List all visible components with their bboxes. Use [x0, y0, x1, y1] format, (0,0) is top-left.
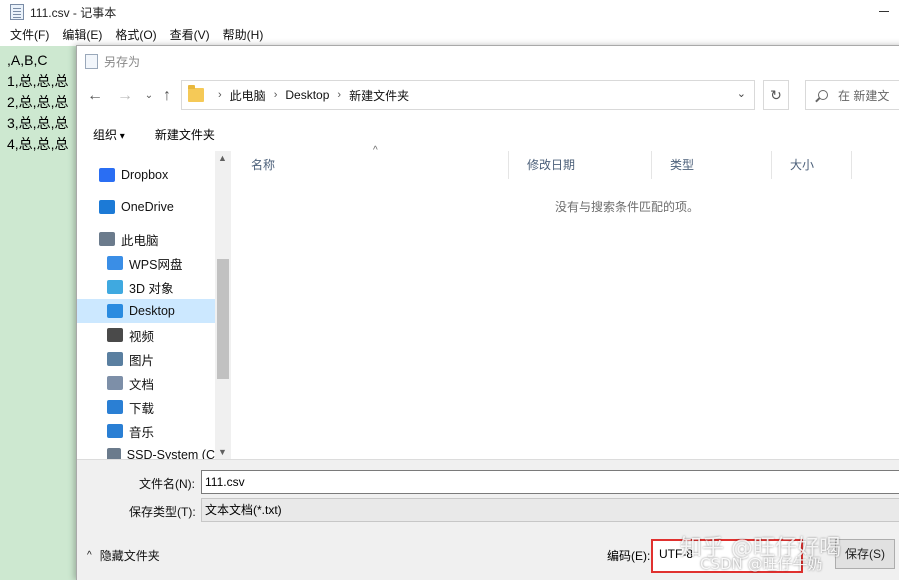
- breadcrumb-desktop[interactable]: Desktop: [285, 88, 329, 102]
- 3d-objects-icon: [107, 280, 123, 294]
- filetype-label: 保存类型(T):: [129, 505, 196, 519]
- menu-help[interactable]: 帮助(H): [223, 26, 264, 46]
- nav-item-9[interactable]: 下载: [77, 395, 215, 419]
- music-icon: [107, 424, 123, 438]
- pictures-icon: [107, 352, 123, 366]
- menu-view[interactable]: 查看(V): [170, 26, 210, 46]
- scrollbar-thumb[interactable]: [217, 259, 229, 379]
- nav-item-label: 文档: [129, 377, 155, 392]
- watermark-csdn: CSDN @旺仔牛奶: [700, 555, 823, 573]
- breadcrumb-this-pc[interactable]: 此电脑: [230, 87, 266, 104]
- save-as-dialog: 另存为 ← → ⌄ ↑ › 此电脑 › Desktop › 新建文件夹 ⌄ ↻ …: [76, 45, 899, 580]
- recent-locations-chevron-icon[interactable]: ⌄: [139, 84, 159, 108]
- hide-folders-label: 隐藏文件夹: [99, 549, 160, 563]
- nav-item-1[interactable]: OneDrive: [77, 195, 215, 219]
- column-modified-date[interactable]: 修改日期: [509, 151, 652, 179]
- notepad-menubar: 文件(F) 编辑(E) 格式(O) 查看(V) 帮助(H): [0, 26, 899, 46]
- nav-item-label: Desktop: [129, 304, 175, 318]
- nav-item-label: 音乐: [129, 425, 155, 440]
- notepad-title: 111.csv - 记事本: [30, 5, 117, 20]
- search-placeholder: 在 新建文: [838, 88, 890, 103]
- scroll-down-icon[interactable]: ▼: [218, 447, 227, 457]
- nav-item-0[interactable]: Dropbox: [77, 163, 215, 187]
- nav-item-label: Dropbox: [121, 168, 169, 182]
- computer-icon: [99, 232, 115, 246]
- filename-label: 文件名(N):: [139, 477, 195, 491]
- nav-item-3[interactable]: WPS网盘: [77, 251, 215, 275]
- nav-item-10[interactable]: 音乐: [77, 419, 215, 443]
- navigation-pane: Dropbox OneDrive 此电脑 WPS网盘 3D 对象 Desktop 视频图片文…: [77, 151, 231, 459]
- nav-item-5[interactable]: Desktop: [77, 299, 215, 323]
- scroll-up-icon[interactable]: ▲: [218, 153, 227, 163]
- chevron-up-icon: ^: [87, 550, 92, 561]
- back-arrow-icon[interactable]: ←: [85, 84, 105, 108]
- notepad-icon: [85, 53, 98, 69]
- menu-format[interactable]: 格式(O): [115, 26, 156, 46]
- column-type[interactable]: 类型: [652, 151, 772, 179]
- notepad-editor[interactable]: ,A,B,C 1,总,总,总 2,总,总,总 3,总,总,总 4,总,总,总: [0, 46, 78, 580]
- download-icon: [107, 400, 123, 414]
- menu-file[interactable]: 文件(F): [10, 26, 49, 46]
- chevron-right-icon[interactable]: ›: [274, 89, 278, 101]
- organize-button[interactable]: 组织: [93, 126, 125, 143]
- column-size[interactable]: 大小: [772, 151, 852, 179]
- nav-item-label: OneDrive: [121, 200, 174, 214]
- new-folder-button[interactable]: 新建文件夹: [155, 126, 215, 143]
- breadcrumb-new-folder[interactable]: 新建文件夹: [349, 87, 409, 104]
- save-button[interactable]: 保存(S): [835, 539, 895, 569]
- dialog-titlebar: 另存为: [77, 46, 899, 76]
- nav-item-6[interactable]: 视频: [77, 323, 215, 347]
- nav-item-label: 图片: [129, 353, 155, 368]
- hide-folders-toggle[interactable]: ^ 隐藏文件夹: [87, 547, 160, 564]
- desktop-icon: [107, 304, 123, 318]
- nav-item-label: 下载: [129, 401, 155, 416]
- chevron-right-icon[interactable]: ›: [218, 89, 222, 101]
- chevron-right-icon[interactable]: ›: [337, 89, 341, 101]
- nav-item-2[interactable]: 此电脑: [77, 227, 215, 251]
- file-list: ^ 名称 修改日期 类型 大小 没有与搜索条件匹配的项。: [233, 145, 899, 459]
- address-bar[interactable]: › 此电脑 › Desktop › 新建文件夹 ⌄: [181, 80, 755, 110]
- navigation-scrollbar[interactable]: ▲ ▼: [215, 151, 231, 459]
- drive-icon: [107, 448, 121, 459]
- nav-item-4[interactable]: 3D 对象: [77, 275, 215, 299]
- wps-cloud-icon: [107, 256, 123, 270]
- column-name[interactable]: 名称: [233, 151, 509, 179]
- documents-icon: [107, 376, 123, 390]
- search-icon: [818, 90, 828, 100]
- notepad-icon: [10, 4, 24, 20]
- nav-item-8[interactable]: 文档: [77, 371, 215, 395]
- nav-item-label: 视频: [129, 329, 155, 344]
- navigation-bar: ← → ⌄ ↑ › 此电脑 › Desktop › 新建文件夹 ⌄ ↻ 在 新建…: [77, 78, 899, 114]
- dialog-title: 另存为: [104, 54, 141, 69]
- filename-input[interactable]: 111.csv: [201, 470, 899, 494]
- folder-icon: [188, 85, 204, 102]
- dialog-toolbar: 组织 新建文件夹: [77, 120, 899, 148]
- refresh-icon[interactable]: ↻: [763, 80, 789, 110]
- nav-item-label: 此电脑: [121, 233, 159, 248]
- encoding-label: 编码(E):: [607, 549, 651, 563]
- chevron-down-icon[interactable]: ⌄: [737, 87, 746, 100]
- video-icon: [107, 328, 123, 342]
- nav-item-11[interactable]: SSD-System (C: [77, 443, 215, 459]
- up-arrow-icon[interactable]: ↑: [157, 84, 177, 108]
- menu-edit[interactable]: 编辑(E): [62, 26, 102, 46]
- onedrive-icon: [99, 200, 115, 214]
- nav-item-label: WPS网盘: [129, 257, 183, 272]
- nav-item-7[interactable]: 图片: [77, 347, 215, 371]
- nav-item-label: 3D 对象: [129, 281, 174, 296]
- minimize-icon[interactable]: [879, 11, 889, 12]
- dropbox-icon: [99, 168, 115, 182]
- forward-arrow-icon[interactable]: →: [115, 84, 135, 108]
- filetype-select[interactable]: 文本文档(*.txt): [201, 498, 899, 522]
- nav-item-label: SSD-System (C: [126, 448, 215, 459]
- notepad-titlebar: 111.csv - 记事本: [0, 0, 899, 24]
- search-input[interactable]: 在 新建文: [805, 80, 899, 110]
- empty-message: 没有与搜索条件匹配的项。: [555, 200, 700, 214]
